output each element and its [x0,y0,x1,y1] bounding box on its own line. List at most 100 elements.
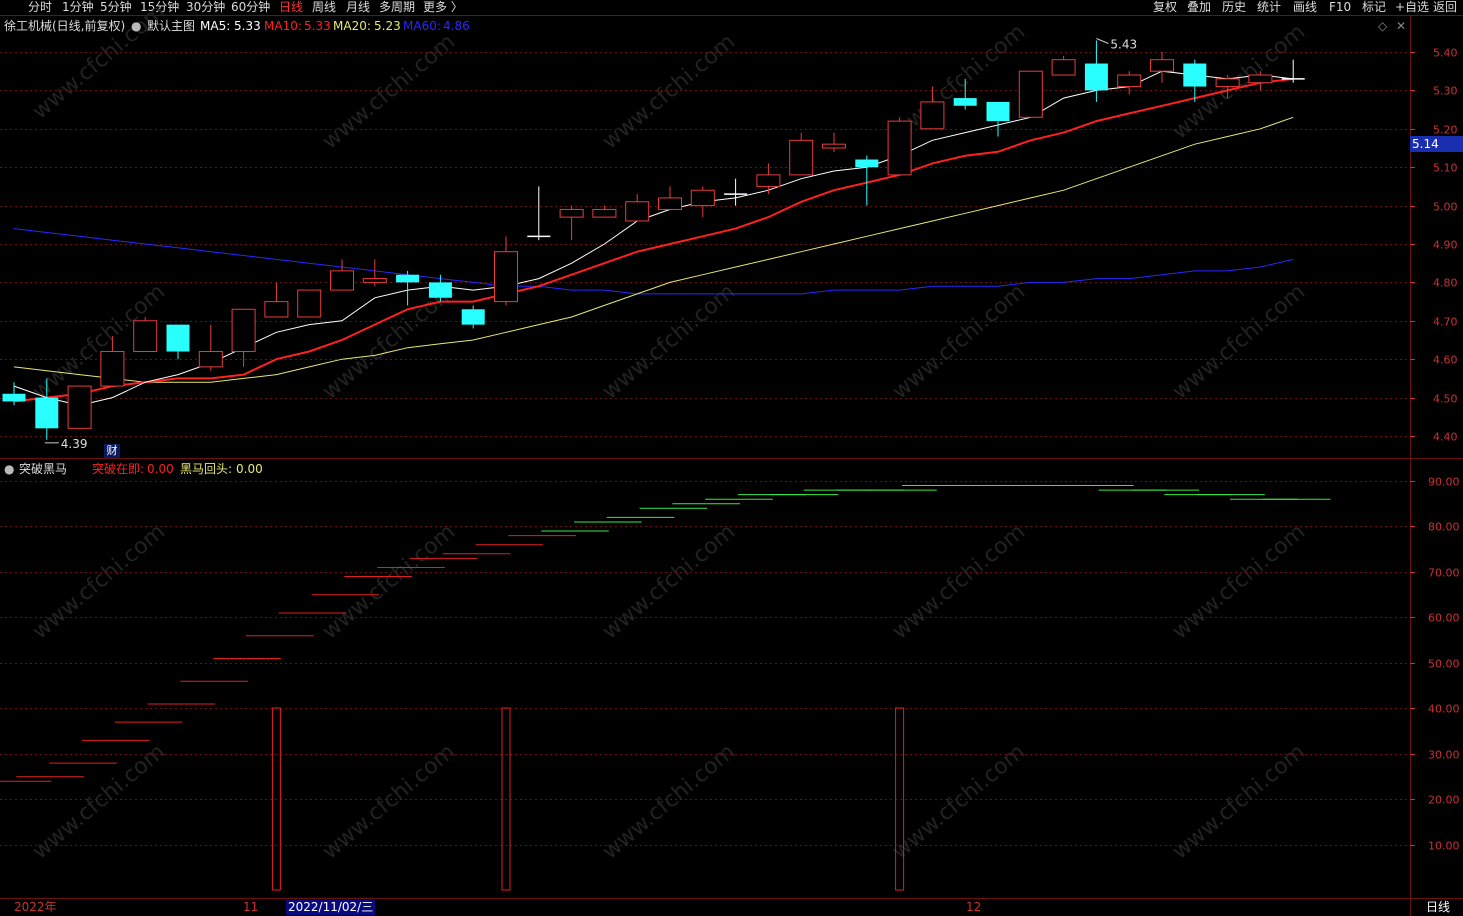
indicator-line1-value: 0.00 [147,462,174,476]
ma5-label: MA5: [200,19,231,33]
price-axis-label: 5.40 [1433,47,1458,60]
kline-chart[interactable]: www.cfchi.com www.cfchi.com www.cfchi.com w… [0,0,1463,916]
watermark-text: www.cfchi.com [318,29,460,154]
watermark-text: www.cfchi.com [318,739,460,864]
current-price-tag: 5.14 [1410,136,1463,152]
price-axis-label: 5.10 [1433,162,1458,175]
template-icon[interactable]: ● [131,16,141,36]
candle-down [1183,63,1207,87]
candle-up [133,320,158,353]
candle-up [756,174,781,187]
indicator-line2-value: 0.00 [236,462,263,476]
indicator-axis-label: 80.00 [1428,521,1460,534]
ma5-value: 5.33 [234,19,261,33]
candle-up [822,143,846,149]
price-axis-label: 4.80 [1433,277,1458,290]
candle-up [198,351,223,368]
candle-up [100,351,125,387]
indicator-axis-label: 30.00 [1428,749,1460,762]
price-axis-label: 4.90 [1433,239,1458,252]
ma10-label: MA10: [264,19,302,33]
candle-up [494,251,518,303]
candle-down [396,274,420,283]
candle-down [35,397,59,429]
candle-up [1150,59,1174,72]
period-corner-label[interactable]: 日线 [1413,900,1463,915]
watermark-text: www.cfchi.com [598,739,740,864]
candle-up [887,120,912,176]
candle-up [1248,74,1273,84]
candle-up [231,308,256,353]
price-axis-label: 5.30 [1433,85,1458,98]
indicator-axis-label: 50.00 [1428,658,1460,671]
candle-down [855,159,879,168]
indicator-axis-label: 40.00 [1428,703,1460,716]
watermark-text: www.cfchi.com [598,29,740,154]
candle-up [658,197,682,210]
candle-down [461,309,485,325]
ma10-value: 5.33 [304,19,331,33]
price-axis-label: 4.40 [1433,431,1458,444]
watermark-text: www.cfchi.com [318,519,460,644]
finance-marker[interactable]: 财 [104,444,120,458]
watermark-text: www.cfchi.com [888,519,1030,644]
indicator-settings-icon[interactable]: ● [4,459,14,479]
cursor-date-label: 2022/11/02/三 [286,900,376,915]
candle-up [1018,70,1043,118]
indicator-axis-label: 70.00 [1428,567,1460,580]
diamond-icon[interactable]: ◇ [1378,16,1387,36]
watermark-text: www.cfchi.com [1168,519,1310,644]
watermark-text: www.cfchi.com [28,739,170,864]
watermark-text: www.cfchi.com [598,279,740,404]
price-axis-label: 5.20 [1433,124,1458,137]
watermark-text: www.cfchi.com [888,279,1030,404]
indicator-line1-label: 突破在即: [92,462,145,476]
price-axis-label: 4.70 [1433,316,1458,329]
candle-down [986,101,1010,122]
indicator-axis-label: 20.00 [1428,794,1460,807]
watermark-text: www.cfchi.com [1168,279,1310,404]
price-axis-label: 5.00 [1433,201,1458,214]
candle-up [920,101,945,130]
watermark-text: www.cfchi.com [1168,739,1310,864]
indicator-axis-label: 90.00 [1428,476,1460,489]
candle-up [1051,59,1076,76]
candle-down [2,393,26,402]
candle-down [1084,63,1108,91]
candle-up [1215,78,1240,88]
candle-up [330,270,354,291]
close-chart-icon[interactable]: ✕ [1396,16,1406,36]
candle-up [625,201,650,222]
ma60-value: 4.86 [443,19,470,33]
candle-up [1117,74,1142,88]
indicator-axis-label: 10.00 [1428,840,1460,853]
candle-up [362,278,387,283]
candle-up [559,208,584,218]
ma20-value: 5.23 [374,19,401,33]
high-annotation-label: 5.43 [1110,37,1137,51]
watermark-text: www.cfchi.com [28,519,170,644]
template-selector[interactable]: 默认主图 [147,16,195,36]
indicator-axis-label: 60.00 [1428,612,1460,625]
price-axis-label: 4.60 [1433,354,1458,367]
indicator-name[interactable]: 突破黑马 [19,459,67,479]
stock-title[interactable]: 徐工机械(日线,前复权) [4,16,125,36]
candle-up [264,301,289,318]
high-annotation-line [1096,38,1109,44]
candle-up [297,289,322,318]
ma60-label: MA60: [403,19,441,33]
low-annotation-label: 4.39 [61,437,88,451]
watermark-text: www.cfchi.com [598,519,740,644]
candle-up [789,139,814,176]
x-axis-nov-label: 11 [243,900,259,914]
watermark-text: www.cfchi.com [888,739,1030,864]
candle-down [428,282,452,298]
candle-down [953,98,977,106]
candle-up [67,385,92,429]
candle-up [592,208,617,218]
candle-up [690,189,715,207]
indicator-line2-label: 黑马回头: [180,462,233,476]
price-axis-label: 4.50 [1433,393,1458,406]
candle-down [166,324,190,352]
ma20-label: MA20: [333,19,371,33]
